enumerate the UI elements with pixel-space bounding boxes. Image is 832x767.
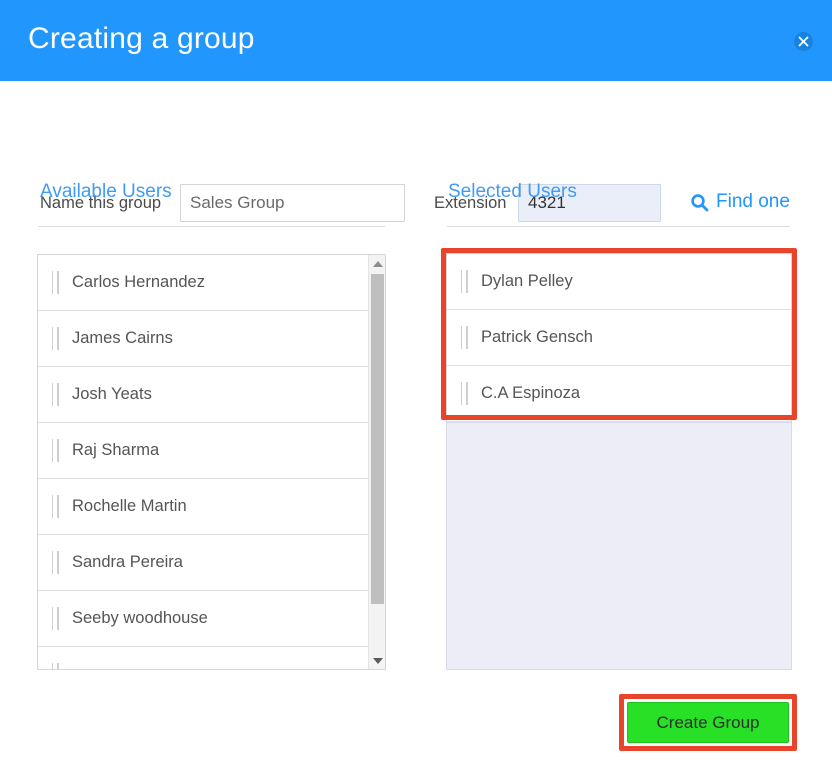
list-item[interactable]: Dylan Pelley <box>447 254 791 310</box>
drag-handle-icon[interactable] <box>38 607 72 630</box>
drag-handle-icon[interactable] <box>38 495 72 518</box>
find-one-label: Find one <box>716 191 790 212</box>
available-users-list[interactable]: Carlos Hernandez James Cairns Josh Yeats Ra… <box>37 254 386 670</box>
list-item[interactable]: Rochelle Martin <box>38 479 368 535</box>
list-item-label: Dylan Pelley <box>481 272 573 290</box>
drag-handle-icon[interactable] <box>447 326 481 349</box>
selected-users-panel: Dylan Pelley Patrick Gensch C.A Espinoza <box>446 253 792 670</box>
list-item-label: Raj Sharma <box>72 441 160 459</box>
drag-handle-icon[interactable] <box>38 551 72 574</box>
available-users-heading: Available Users <box>40 181 172 202</box>
dialog-titlebar: Creating a group <box>0 0 832 81</box>
caret-down-icon[interactable] <box>369 652 385 669</box>
list-item[interactable]: Carlos Hernandez <box>38 255 368 311</box>
list-item[interactable]: Sandra Pereira <box>38 535 368 591</box>
group-form-row: Name this group Extension Find one <box>0 81 832 222</box>
list-item-label: Carlos Hernandez <box>72 273 205 291</box>
create-group-button[interactable]: Create Group <box>627 702 789 743</box>
available-users-divider <box>38 226 385 227</box>
search-icon <box>691 193 709 211</box>
find-one-button[interactable]: Find one <box>690 191 790 213</box>
selected-users-divider <box>447 226 790 227</box>
close-icon[interactable] <box>794 32 813 51</box>
drag-handle-icon[interactable] <box>38 663 72 669</box>
drag-handle-icon[interactable] <box>38 271 72 294</box>
list-item-label: Josh Yeats <box>72 385 152 403</box>
available-users-scrollbar[interactable] <box>368 255 385 669</box>
dialog-title: Creating a group <box>28 22 255 55</box>
drag-handle-icon[interactable] <box>38 327 72 350</box>
drag-handle-icon[interactable] <box>447 382 481 405</box>
list-item[interactable]: Josh Yeats <box>38 367 368 423</box>
caret-up-icon[interactable] <box>369 255 385 272</box>
list-item[interactable]: C.A Espinoza <box>447 366 791 422</box>
caret-down-glyph <box>372 657 383 664</box>
close-glyph <box>798 36 809 47</box>
scrollbar-thumb[interactable] <box>371 274 384 604</box>
list-item[interactable]: Seeby woodhouse <box>38 591 368 647</box>
drag-handle-icon[interactable] <box>38 439 72 462</box>
selected-users-heading: Selected Users <box>448 181 577 202</box>
create-group-dialog: Creating a group Name this group Extensi… <box>0 0 832 767</box>
drag-handle-icon[interactable] <box>447 270 481 293</box>
list-item-label: Rochelle Martin <box>72 497 187 515</box>
list-item[interactable]: Patrick Gensch <box>447 310 791 366</box>
list-item-label: James Cairns <box>72 329 173 347</box>
list-item[interactable]: James Cairns <box>38 311 368 367</box>
drag-handle-icon[interactable] <box>38 383 72 406</box>
list-item-label: C.A Espinoza <box>481 384 581 402</box>
list-item[interactable] <box>38 647 368 669</box>
selected-users-dropzone[interactable] <box>446 422 792 670</box>
selected-users-list[interactable]: Dylan Pelley Patrick Gensch C.A Espinoza <box>446 253 792 422</box>
group-name-input[interactable] <box>180 184 405 222</box>
list-item-label: Seeby woodhouse <box>72 609 208 627</box>
list-item-label: Patrick Gensch <box>481 328 593 346</box>
list-item-label: Sandra Pereira <box>72 553 183 571</box>
caret-up-glyph <box>372 260 383 267</box>
available-users-rows: Carlos Hernandez James Cairns Josh Yeats Ra… <box>38 255 368 669</box>
list-item[interactable]: Raj Sharma <box>38 423 368 479</box>
